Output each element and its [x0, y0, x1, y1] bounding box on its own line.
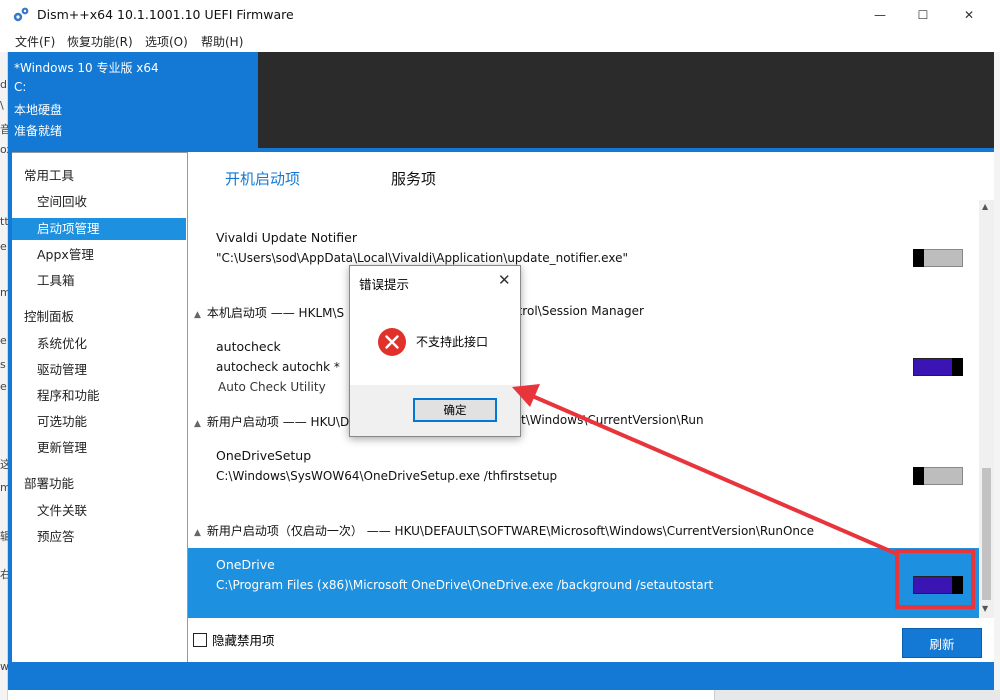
close-button[interactable]: ✕ [946, 0, 992, 30]
scroll-up-icon[interactable]: ▲ [982, 202, 988, 211]
toggle-onedrive-setup[interactable] [913, 467, 963, 485]
status-label: 准备就绪 [14, 124, 63, 138]
annotation-highlight-box [895, 549, 975, 609]
collapse-arrow-icon: ▲ [194, 310, 201, 320]
sidebar-nav: 常用工具 空间回收 启动项管理 Appx管理 工具箱 控制面板 系统优化 驱动管… [12, 152, 188, 662]
entry-path: C:\Program Files (x86)\Microsoft OneDriv… [216, 578, 714, 592]
menu-help[interactable]: 帮助(H) [201, 33, 243, 50]
checkbox-icon[interactable] [193, 632, 207, 647]
collapse-arrow-icon: ▲ [194, 419, 201, 429]
maximize-icon: ☐ [917, 8, 929, 22]
strip-text: ox [0, 143, 8, 156]
scrollbar-thumb[interactable] [982, 468, 991, 600]
group-header-local[interactable]: ▲ 本机启动项 —— HKLM\S [194, 304, 344, 321]
group-label: 新用户启动项 —— HKU\D [206, 415, 350, 429]
drive-label: C: [14, 80, 27, 94]
strip-text: \ [0, 99, 4, 112]
strip-text: e [0, 240, 7, 253]
sidebar-item-answer-file[interactable]: 预应答 [12, 526, 186, 548]
group-label: 新用户启动项（仅启动一次） —— HKU\DEFAULT\SOFTWARE\Mi… [206, 524, 814, 538]
tab-startup-items[interactable]: 开机启动项 [225, 168, 300, 189]
dialog-footer: 确定 [350, 385, 520, 436]
header-band [258, 52, 994, 148]
entry-name: OneDrive [216, 557, 275, 572]
tab-services[interactable]: 服务项 [391, 168, 436, 189]
sidebar-section-deploy[interactable]: 部署功能 [24, 473, 74, 492]
close-icon[interactable]: ✕ [498, 271, 511, 289]
strip-text: e [0, 334, 7, 347]
entry-name: Vivaldi Update Notifier [216, 230, 357, 245]
entry-name: OneDriveSetup [216, 448, 312, 463]
group-header-runonce[interactable]: ▲ 新用户启动项（仅启动一次） —— HKU\DEFAULT\SOFTWARE\M… [194, 522, 814, 539]
strip-text: tt [0, 215, 8, 228]
window-title: Dism++x64 10.1.1001.10 UEFI Firmware [37, 7, 294, 22]
hide-disabled-checkbox[interactable]: 隐藏禁用项 [193, 630, 275, 649]
strip-text: s [0, 358, 6, 371]
sidebar-item-file-association[interactable]: 文件关联 [12, 500, 186, 522]
collapse-arrow-icon: ▲ [194, 528, 201, 538]
entry-description: Auto Check Utility [218, 380, 326, 394]
error-dialog: 错误提示 ✕ 不支持此接口 确定 [349, 265, 521, 437]
os-label: *Windows 10 专业版 x64 [14, 61, 159, 75]
strip-text: 辑 [0, 530, 8, 543]
status-bar [8, 662, 994, 690]
strip-text: m [0, 286, 8, 299]
entry-name: autocheck [216, 339, 281, 354]
sidebar-item-optional-features[interactable]: 可选功能 [12, 411, 186, 433]
title-bar: Dism++x64 10.1.1001.10 UEFI Firmware — ☐… [0, 0, 1000, 30]
strip-text: 音 [0, 123, 8, 136]
entry-path: "C:\Users\sod\AppData\Local\Vivaldi\Appl… [216, 251, 628, 265]
hide-disabled-label: 隐藏禁用项 [212, 633, 275, 648]
entry-row-selected[interactable]: OneDrive C:\Program Files (x86)\Microsof… [188, 548, 979, 618]
sidebar-item-driver-manager[interactable]: 驱动管理 [12, 359, 186, 381]
ok-button[interactable]: 确定 [413, 398, 497, 422]
refresh-button[interactable]: 刷新 [902, 628, 982, 658]
strip-text: w [0, 660, 8, 673]
sidebar-item-space-recovery[interactable]: 空间回收 [12, 191, 186, 213]
group-label-tail: ntrol\Session Manager [510, 304, 644, 318]
sidebar-section-control-panel[interactable]: 控制面板 [24, 306, 74, 325]
scroll-down-icon[interactable]: ▼ [982, 604, 988, 613]
menu-restore[interactable]: 恢复功能(R) [67, 33, 133, 50]
background-window-strip-right [994, 52, 1000, 700]
close-icon: ✕ [963, 8, 975, 22]
sidebar-item-update-manager[interactable]: 更新管理 [12, 437, 186, 459]
error-icon [378, 328, 406, 356]
toggle-vivaldi[interactable] [913, 249, 963, 267]
dialog-title: 错误提示 [359, 277, 410, 292]
sidebar-item-toolbox[interactable]: 工具箱 [12, 270, 186, 292]
sidebar-item-appx-manager[interactable]: Appx管理 [12, 244, 186, 266]
strip-text: 右 [0, 568, 8, 581]
menu-file[interactable]: 文件(F) [15, 33, 55, 50]
group-label-tail: t\Windows\CurrentVersion\Run [521, 413, 704, 427]
sidebar-item-startup-manager[interactable]: 启动项管理 [12, 218, 186, 240]
menu-options[interactable]: 选项(O) [145, 33, 188, 50]
strip-text: d [0, 78, 7, 91]
vertical-scrollbar[interactable]: ▲ ▼ [979, 200, 994, 618]
minimize-button[interactable]: — [857, 0, 903, 30]
sidebar-item-programs[interactable]: 程序和功能 [12, 385, 186, 407]
background-window-strip-bottom [714, 690, 1000, 700]
group-header-run[interactable]: ▲ 新用户启动项 —— HKU\D [194, 413, 349, 430]
strip-text: 这 [0, 458, 8, 471]
system-info-panel[interactable]: *Windows 10 专业版 x64 C: 本地硬盘 准备就绪 [8, 52, 258, 148]
sidebar-section-common-tools[interactable]: 常用工具 [24, 165, 74, 184]
maximize-button[interactable]: ☐ [900, 0, 946, 30]
entry-path: autocheck autochk * [216, 360, 340, 374]
main-content: 开机启动项 服务项 Vivaldi Update Notifier "C:\Us… [188, 152, 994, 662]
toggle-autocheck[interactable] [913, 358, 963, 376]
sidebar-item-system-optimize[interactable]: 系统优化 [12, 333, 186, 355]
menu-bar: 文件(F) 恢复功能(R) 选项(O) 帮助(H) [0, 30, 1000, 52]
strip-text: e [0, 380, 7, 393]
strip-text: m [0, 481, 8, 494]
entry-path: C:\Windows\SysWOW64\OneDriveSetup.exe /t… [216, 469, 558, 483]
group-label: 本机启动项 —— HKLM\S [206, 306, 345, 320]
dialog-message: 不支持此接口 [416, 335, 489, 349]
gear-icon [13, 7, 29, 22]
minimize-icon: — [874, 8, 886, 22]
disk-type-label: 本地硬盘 [14, 103, 63, 117]
